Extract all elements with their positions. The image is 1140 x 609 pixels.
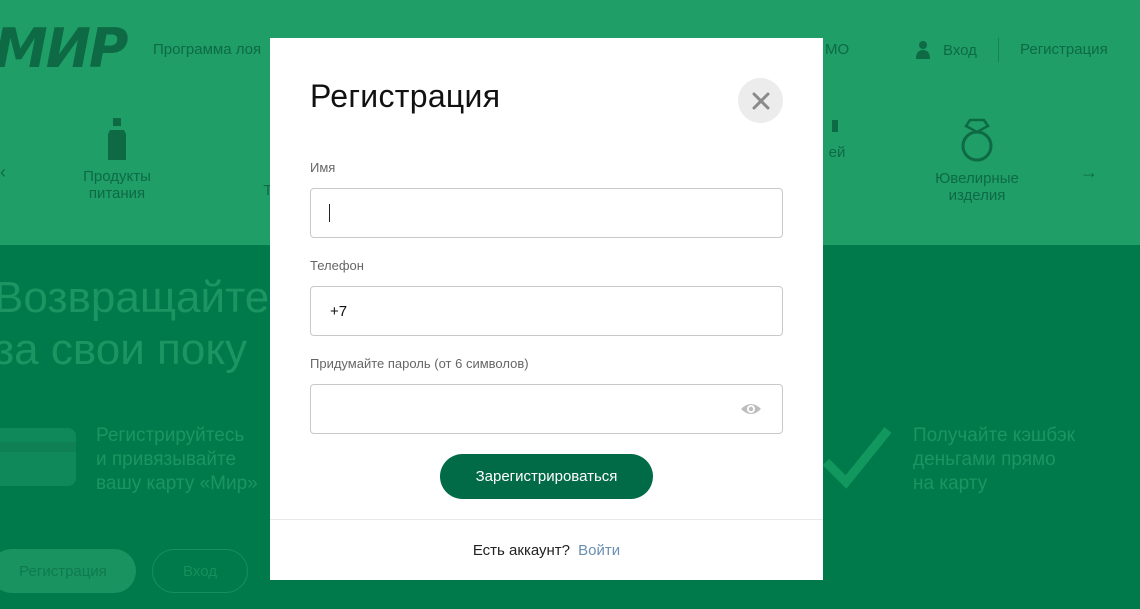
password-input[interactable] bbox=[311, 385, 782, 433]
name-input[interactable] bbox=[311, 189, 782, 237]
person-icon bbox=[916, 41, 930, 59]
hero-headline-line1: Возвращайте bbox=[0, 273, 270, 322]
category-partial-right[interactable]: ей bbox=[822, 118, 852, 161]
mir-logo[interactable]: МИР bbox=[0, 22, 129, 76]
phone-field-wrapper bbox=[310, 286, 783, 336]
hero-login-button[interactable]: Вход bbox=[152, 549, 248, 593]
nav-divider bbox=[998, 38, 999, 62]
password-label: Придумайте пароль (от 6 символов) bbox=[310, 356, 529, 371]
bottle-icon bbox=[108, 118, 126, 160]
login-link[interactable]: Войти bbox=[578, 542, 620, 559]
name-label: Имя bbox=[310, 160, 336, 175]
category-partial-right-label: ей bbox=[828, 144, 846, 161]
phone-input[interactable] bbox=[311, 287, 782, 335]
bag-icon bbox=[832, 120, 838, 132]
register-submit-button[interactable]: Зарегистрироваться bbox=[440, 454, 653, 499]
feature-register-line2: и привязывайте bbox=[96, 449, 237, 470]
feature-register: Регистрируйтесь и привязывайте вашу карт… bbox=[96, 424, 258, 496]
close-icon bbox=[752, 92, 769, 109]
feature-cashback: Получайте кэшбэк деньгами прямо на карту bbox=[913, 424, 1075, 496]
registration-modal: Регистрация Имя Телефон Придумайте парол… bbox=[270, 38, 823, 580]
category-food-label-1: Продукты bbox=[83, 168, 151, 185]
feature-register-line1: Регистрируйтесь bbox=[96, 425, 245, 446]
modal-divider bbox=[270, 519, 823, 520]
text-caret bbox=[329, 204, 330, 222]
header-login-link[interactable]: Вход bbox=[913, 40, 977, 60]
checkmark-icon bbox=[822, 427, 892, 489]
promo-link[interactable]: МО bbox=[825, 41, 849, 58]
eye-icon[interactable] bbox=[740, 401, 762, 417]
modal-footer: Есть аккаунт? Войти bbox=[270, 542, 823, 559]
hero-headline-line2: за свои поку bbox=[0, 325, 248, 374]
modal-title: Регистрация bbox=[310, 78, 501, 114]
category-food[interactable]: Продукты питания bbox=[72, 118, 162, 202]
category-jewelry[interactable]: Ювелирные изделия bbox=[927, 118, 1027, 204]
category-food-label-2: питания bbox=[88, 185, 146, 202]
hero-headline: Возвращайте за свои поку bbox=[0, 272, 269, 376]
carousel-prev-icon[interactable]: ‹ bbox=[0, 162, 6, 183]
feature-cashback-line2: деньгами прямо bbox=[913, 449, 1056, 470]
card-icon bbox=[0, 428, 76, 486]
header-login-label: Вход bbox=[943, 41, 977, 59]
phone-label: Телефон bbox=[310, 258, 364, 273]
feature-register-line3: вашу карту «Мир» bbox=[96, 473, 258, 494]
feature-cashback-line1: Получайте кэшбэк bbox=[913, 425, 1075, 446]
have-account-text: Есть аккаунт? bbox=[472, 542, 570, 559]
category-jewelry-label-2: изделия bbox=[948, 187, 1006, 204]
loyalty-program-link[interactable]: Программа лоя bbox=[153, 41, 261, 58]
carousel-next-icon[interactable]: → bbox=[1080, 162, 1098, 183]
password-field-wrapper bbox=[310, 384, 783, 434]
hero-register-button[interactable]: Регистрация bbox=[0, 549, 136, 593]
header-register-link[interactable]: Регистрация bbox=[1020, 41, 1108, 58]
feature-cashback-line3: на карту bbox=[913, 473, 988, 494]
ring-icon bbox=[961, 118, 993, 162]
card-stripe bbox=[0, 442, 76, 452]
category-jewelry-label-1: Ювелирные bbox=[935, 170, 1019, 187]
name-field-wrapper bbox=[310, 188, 783, 238]
close-button[interactable] bbox=[738, 78, 783, 123]
